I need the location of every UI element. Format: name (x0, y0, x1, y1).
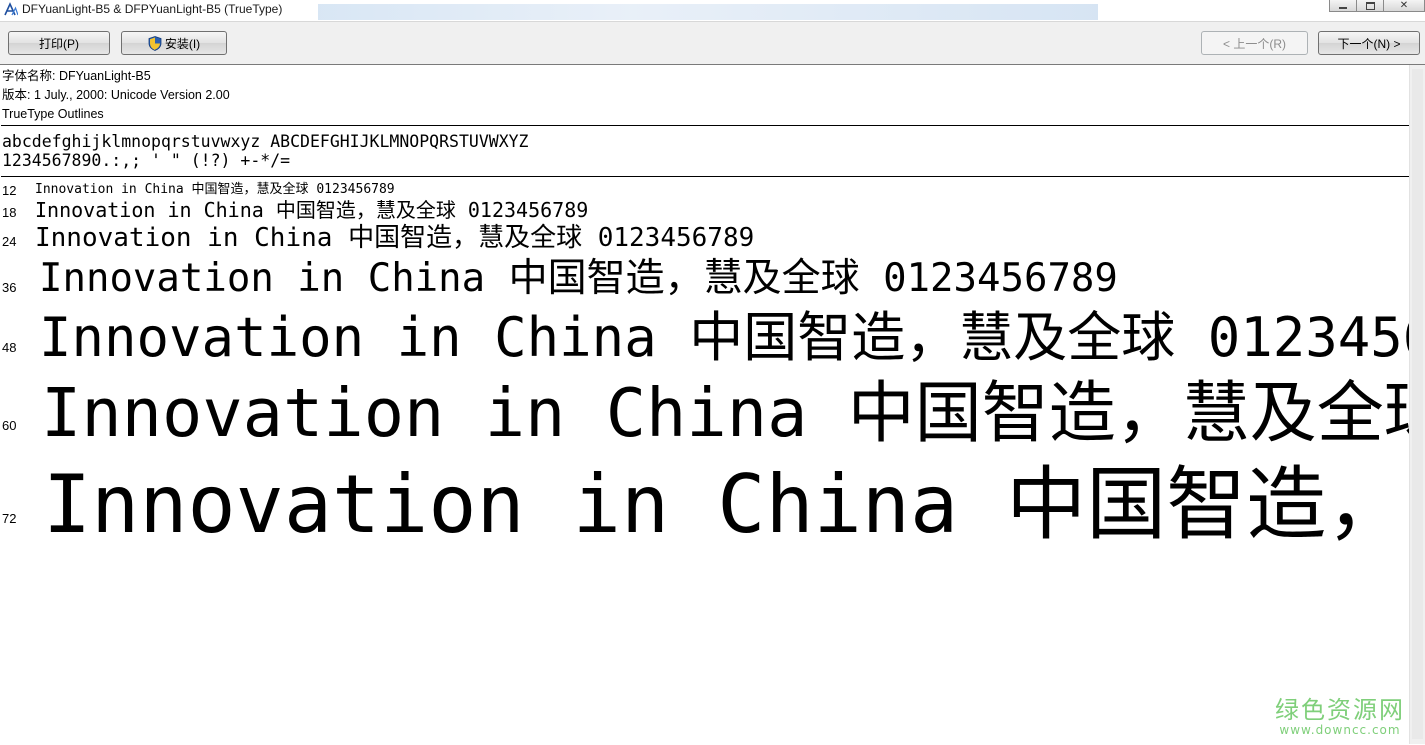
install-button-label: 安装(I) (164, 36, 201, 51)
charset-line-symbols: 1234567890.:,; ' " (!?) +-*/= (2, 151, 291, 170)
previous-button-label: < 上一个(R) (1222, 36, 1286, 51)
sample-text: Innovation in China 中国智造，慧及全球 0123456789 (39, 256, 1118, 301)
sample-size-label: 60 (2, 418, 17, 433)
sample-text: Innovation in China 中国智造，慧及全球 0123456789 (35, 223, 755, 253)
sample-size-label: 24 (2, 234, 17, 249)
divider (1, 176, 1409, 177)
title-bar[interactable]: DFYuanLight-B5 & DFPYuanLight-B5 (TrueTy… (0, 0, 1425, 22)
close-icon: ✕ (1399, 0, 1409, 11)
toolbar: 打印(P) 安装(I) < 上一个(R) 下一个(N) > (0, 22, 1425, 65)
sample-size-label: 72 (2, 511, 17, 526)
font-file-icon (4, 2, 18, 16)
uac-shield-icon (148, 35, 162, 51)
scrollbar-track[interactable] (1412, 69, 1423, 739)
sample-size-label: 36 (2, 280, 17, 295)
watermark-url: www.downcc.com (1279, 723, 1401, 737)
sample-size-label: 18 (2, 205, 17, 220)
background-window-blur (318, 4, 1098, 20)
watermark-title: 绿色资源网 (1275, 696, 1405, 724)
font-type-line: TrueType Outlines (2, 107, 104, 121)
next-button-label: 下一个(N) > (1337, 36, 1401, 51)
font-version-line: 版本: 1 July., 2000: Unicode Version 2.00 (2, 88, 230, 102)
vertical-scrollbar[interactable] (1409, 65, 1425, 744)
divider (1, 125, 1409, 126)
charset-line-letters: abcdefghijklmnopqrstuvwxyz ABCDEFGHIJKLM… (2, 132, 529, 151)
previous-button[interactable]: < 上一个(R) (1201, 31, 1308, 55)
maximize-icon (1365, 1, 1375, 10)
sample-size-label: 12 (2, 183, 17, 198)
sample-text: Innovation in China 中国智造，慧及全球 0123456789 (41, 374, 1409, 452)
font-info: 字体名称: DFYuanLight-B5 版本: 1 July., 2000: … (2, 67, 230, 124)
print-button[interactable]: 打印(P) (8, 31, 110, 55)
minimize-icon (1339, 6, 1347, 9)
window-title: DFYuanLight-B5 & DFPYuanLight-B5 (TrueTy… (22, 2, 283, 16)
window-controls: ✕ (1329, 0, 1425, 12)
font-preview-pane[interactable]: 字体名称: DFYuanLight-B5 版本: 1 July., 2000: … (1, 65, 1409, 744)
next-button[interactable]: 下一个(N) > (1318, 31, 1420, 55)
minimize-button[interactable] (1329, 0, 1357, 12)
sample-size-label: 48 (2, 340, 17, 355)
sample-text: Innovation in China 中国智造，慧及全球 0123456789 (43, 458, 1409, 551)
close-button[interactable]: ✕ (1384, 0, 1425, 12)
sample-text: Innovation in China 中国智造，慧及全球 0123456789 (39, 306, 1409, 369)
font-name-line: 字体名称: DFYuanLight-B5 (2, 69, 151, 83)
watermark: 绿色资源网 www.downcc.com (1275, 697, 1405, 737)
install-button[interactable]: 安装(I) (121, 31, 227, 55)
maximize-button[interactable] (1357, 0, 1384, 12)
print-button-label: 打印(P) (39, 36, 79, 51)
